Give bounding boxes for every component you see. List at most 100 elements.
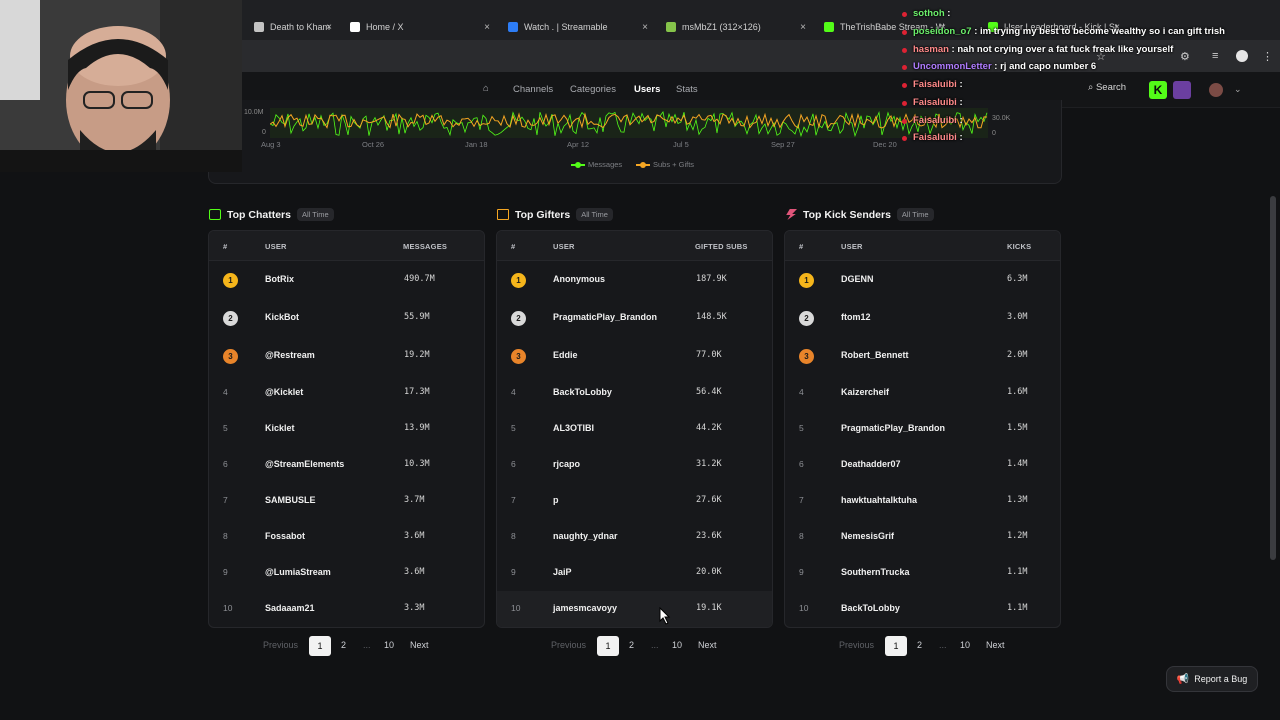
next-page-button[interactable]: Next bbox=[698, 640, 717, 650]
username-link[interactable]: Fossabot bbox=[265, 531, 305, 541]
page-ellipsis[interactable]: ... bbox=[363, 640, 371, 650]
username-link[interactable]: PragmaticPlay_Brandon bbox=[841, 423, 945, 433]
menu-icon[interactable]: ≡ bbox=[1212, 50, 1218, 62]
username-link[interactable]: NemesisGrif bbox=[841, 531, 894, 541]
table-row[interactable]: 4 Kaizercheif 1.6M bbox=[785, 375, 1060, 411]
browser-tab[interactable]: Home / X × bbox=[340, 14, 498, 40]
page-button-1[interactable]: 1 bbox=[885, 636, 907, 656]
username-link[interactable]: @Kicklet bbox=[265, 387, 303, 397]
header-value[interactable]: KICKS bbox=[1007, 242, 1031, 251]
username-link[interactable]: AL3OTIBI bbox=[553, 423, 594, 433]
browser-tab[interactable]: msMbZ1 (312×126) × bbox=[656, 14, 814, 40]
username-link[interactable]: BotRix bbox=[265, 274, 294, 284]
table-row[interactable]: 6 Deathadder07 1.4M bbox=[785, 447, 1060, 483]
table-row[interactable]: 6 rjcapo 31.2K bbox=[497, 447, 772, 483]
username-link[interactable]: Robert_Bennett bbox=[841, 350, 909, 360]
table-row[interactable]: 10 Sadaaam21 3.3M bbox=[209, 591, 484, 627]
previous-page-button[interactable]: Previous bbox=[839, 640, 874, 650]
more-icon[interactable]: ⋮ bbox=[1262, 50, 1273, 63]
table-row[interactable]: 8 NemesisGrif 1.2M bbox=[785, 519, 1060, 555]
page-button-10[interactable]: 10 bbox=[672, 640, 682, 650]
username-link[interactable]: rjcapo bbox=[553, 459, 580, 469]
username-link[interactable]: Eddie bbox=[553, 350, 578, 360]
table-row[interactable]: 9 SouthernTrucka 1.1M bbox=[785, 555, 1060, 591]
page-button-10[interactable]: 10 bbox=[960, 640, 970, 650]
username-link[interactable]: @LumiaStream bbox=[265, 567, 331, 577]
report-bug-button[interactable]: 📢 Report a Bug bbox=[1166, 666, 1258, 692]
username-link[interactable]: DGENN bbox=[841, 274, 874, 284]
table-row[interactable]: 8 Fossabot 3.6M bbox=[209, 519, 484, 555]
username-link[interactable]: Sadaaam21 bbox=[265, 603, 315, 613]
header-rank[interactable]: # bbox=[799, 242, 803, 251]
username-link[interactable]: hawktuahtalktuha bbox=[841, 495, 917, 505]
username-link[interactable]: JaiP bbox=[553, 567, 572, 577]
header-rank[interactable]: # bbox=[223, 242, 227, 251]
page-ellipsis[interactable]: ... bbox=[939, 640, 947, 650]
table-row[interactable]: 9 @LumiaStream 3.6M bbox=[209, 555, 484, 591]
header-value[interactable]: GIFTED SUBS bbox=[695, 242, 748, 251]
username-link[interactable]: naughty_ydnar bbox=[553, 531, 618, 541]
page-button-1[interactable]: 1 bbox=[309, 636, 331, 656]
username-link[interactable]: @StreamElements bbox=[265, 459, 344, 469]
legend-messages[interactable]: Messages bbox=[571, 160, 622, 169]
table-row[interactable]: 8 naughty_ydnar 23.6K bbox=[497, 519, 772, 555]
page-button-1[interactable]: 1 bbox=[597, 636, 619, 656]
header-rank[interactable]: # bbox=[511, 242, 515, 251]
close-tab-icon[interactable]: × bbox=[642, 22, 648, 33]
next-page-button[interactable]: Next bbox=[410, 640, 429, 650]
username-link[interactable]: SouthernTrucka bbox=[841, 567, 910, 577]
username-link[interactable]: ftom12 bbox=[841, 312, 871, 322]
chevron-down-icon[interactable]: ⌄ bbox=[1234, 84, 1242, 95]
username-link[interactable]: Anonymous bbox=[553, 274, 605, 284]
home-icon[interactable]: ⌂ bbox=[483, 83, 489, 94]
username-link[interactable]: BackToLobby bbox=[841, 603, 900, 613]
table-row[interactable]: 5 PragmaticPlay_Brandon 1.5M bbox=[785, 411, 1060, 447]
nav-stats[interactable]: Stats bbox=[676, 84, 698, 95]
avatar[interactable] bbox=[1209, 83, 1223, 97]
table-row[interactable]: 5 Kicklet 13.9M bbox=[209, 411, 484, 447]
table-row[interactable]: 6 @StreamElements 10.3M bbox=[209, 447, 484, 483]
nav-channels[interactable]: Channels bbox=[513, 84, 553, 95]
page-button-2[interactable]: 2 bbox=[917, 640, 922, 650]
table-row[interactable]: 1 DGENN 6.3M bbox=[785, 262, 1060, 298]
all-time-badge[interactable]: All Time bbox=[896, 208, 934, 221]
table-row[interactable]: 10 BackToLobby 1.1M bbox=[785, 591, 1060, 627]
username-link[interactable]: KickBot bbox=[265, 312, 299, 322]
nav-users[interactable]: Users bbox=[634, 84, 660, 95]
header-user[interactable]: USER bbox=[553, 242, 575, 251]
table-row[interactable]: 5 AL3OTIBI 44.2K bbox=[497, 411, 772, 447]
close-tab-icon[interactable]: × bbox=[800, 22, 806, 33]
header-user[interactable]: USER bbox=[841, 242, 863, 251]
header-value[interactable]: MESSAGES bbox=[403, 242, 447, 251]
page-ellipsis[interactable]: ... bbox=[651, 640, 659, 650]
username-link[interactable]: Kicklet bbox=[265, 423, 295, 433]
next-page-button[interactable]: Next bbox=[986, 640, 1005, 650]
table-row[interactable]: 1 BotRix 490.7M bbox=[209, 262, 484, 298]
table-row[interactable]: 10 jamesmcavoyy 19.1K bbox=[497, 591, 772, 627]
table-row[interactable]: 7 SAMBUSLE 3.7M bbox=[209, 483, 484, 519]
page-button-2[interactable]: 2 bbox=[629, 640, 634, 650]
page-scrollbar[interactable] bbox=[1270, 196, 1276, 560]
table-row[interactable]: 2 ftom12 3.0M bbox=[785, 300, 1060, 336]
browser-tab[interactable]: Death to Khamenei |× bbox=[244, 14, 340, 40]
table-row[interactable]: 3 Eddie 77.0K bbox=[497, 338, 772, 374]
username-link[interactable]: BackToLobby bbox=[553, 387, 612, 397]
table-row[interactable]: 2 PragmaticPlay_Brandon 148.5K bbox=[497, 300, 772, 336]
table-row[interactable]: 2 KickBot 55.9M bbox=[209, 300, 484, 336]
all-time-badge[interactable]: All Time bbox=[296, 208, 334, 221]
table-row[interactable]: 9 JaiP 20.0K bbox=[497, 555, 772, 591]
table-row[interactable]: 1 Anonymous 187.9K bbox=[497, 262, 772, 298]
username-link[interactable]: Kaizercheif bbox=[841, 387, 889, 397]
username-link[interactable]: p bbox=[553, 495, 559, 505]
close-tab-icon[interactable]: × bbox=[484, 22, 490, 33]
table-row[interactable]: 4 @Kicklet 17.3M bbox=[209, 375, 484, 411]
nav-categories[interactable]: Categories bbox=[570, 84, 616, 95]
username-link[interactable]: Deathadder07 bbox=[841, 459, 901, 469]
username-link[interactable]: SAMBUSLE bbox=[265, 495, 316, 505]
table-row[interactable]: 4 BackToLobby 56.4K bbox=[497, 375, 772, 411]
close-tab-icon[interactable]: × bbox=[326, 22, 332, 33]
table-row[interactable]: 3 Robert_Bennett 2.0M bbox=[785, 338, 1060, 374]
legend-subs-gifts[interactable]: Subs + Gifts bbox=[636, 160, 694, 169]
username-link[interactable]: jamesmcavoyy bbox=[553, 603, 617, 613]
username-link[interactable]: @Restream bbox=[265, 350, 315, 360]
